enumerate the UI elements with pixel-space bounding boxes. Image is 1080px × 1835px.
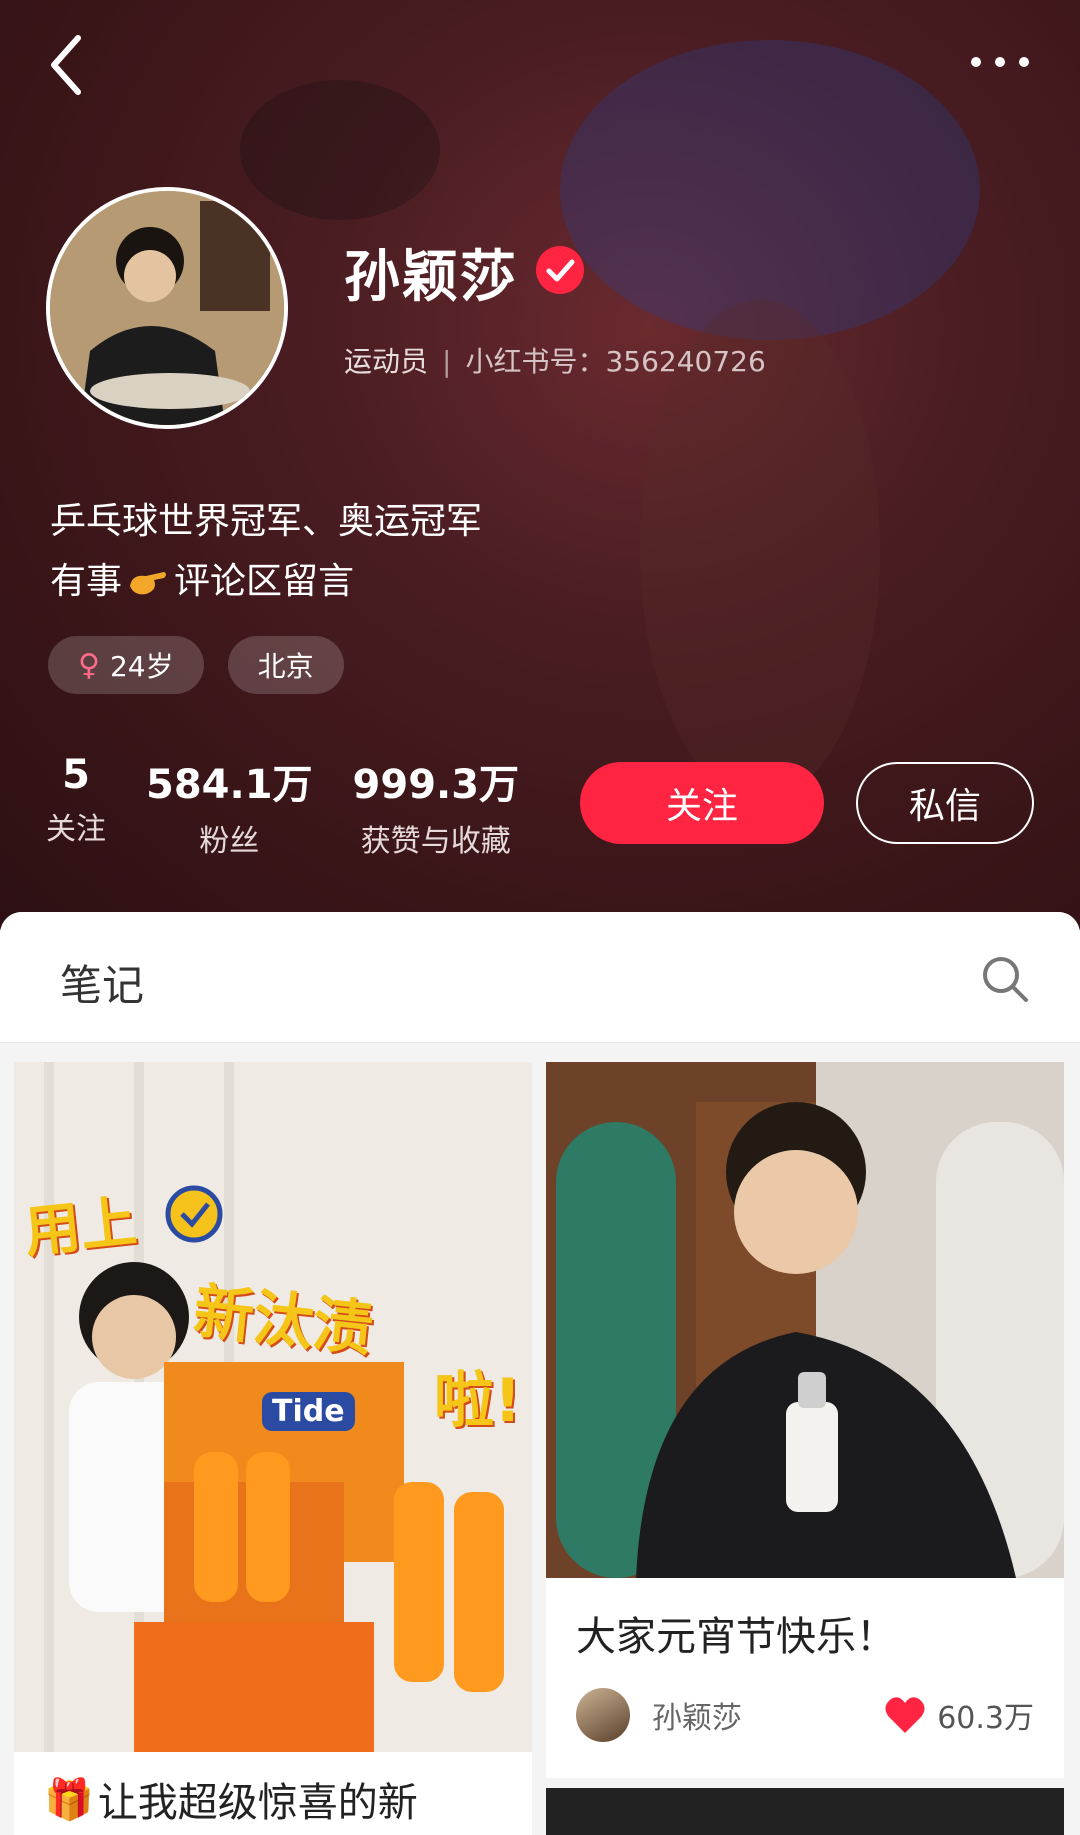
note-card-lantern-title: 大家元宵节快乐！ [576, 1614, 896, 1660]
stat-likes[interactable]: 999.3万 获赞与收藏 [353, 752, 520, 860]
follow-button[interactable]: 关注 [580, 762, 824, 844]
avatar-image [50, 191, 284, 425]
cover-text-use: 用上 [21, 1189, 140, 1266]
profile-header: 孙颖莎 运动员 | 小红书号：356240726 乒乓球世界冠军、奥运冠军 有事 评… [0, 0, 1080, 930]
background-figure-head [240, 80, 440, 220]
lantern-photo [546, 1062, 1064, 1578]
female-icon: ♀ [78, 647, 100, 683]
profile-avatar[interactable] [46, 187, 288, 429]
verified-badge-icon [536, 246, 584, 294]
chevron-left-icon [51, 35, 81, 95]
author-avatar[interactable] [576, 1688, 630, 1742]
top-bar [0, 20, 1080, 100]
search-icon [983, 957, 1028, 1002]
tag-location-label: 北京 [257, 650, 314, 683]
cover-text-new-tide: 新汰渍 [190, 1276, 377, 1366]
bio-line-1: 乒乓球世界冠军、奥运冠军 [50, 501, 483, 542]
note-card-tide-title-text: 让我超级惊喜的新 [97, 1780, 418, 1826]
meta-separator: | [442, 345, 452, 378]
tag-age: ♀ 24岁 [48, 636, 204, 694]
profile-id: 小红书号：356240726 [465, 345, 766, 378]
stat-likes-count: 999.3万 [352, 762, 520, 808]
search-button[interactable] [980, 954, 1030, 1004]
profile-name: 孙颖莎 [344, 245, 518, 310]
note-card-tide-title: 🎁 让我超级惊喜的新 [14, 1752, 532, 1835]
tab-notes[interactable]: 笔记 [60, 952, 144, 1013]
author-name[interactable]: 孙颖莎 [652, 1693, 883, 1737]
stat-followers[interactable]: 584.1万 粉丝 [146, 752, 313, 860]
bio-line-2: 有事 评论区留言 [50, 552, 482, 612]
stat-followers-label: 粉丝 [199, 824, 260, 859]
pointing-hand-icon [130, 572, 167, 595]
like-button[interactable]: 60.3万 [883, 1693, 1034, 1737]
heart-icon [885, 1697, 925, 1733]
message-button[interactable]: 私信 [856, 762, 1034, 844]
back-button[interactable] [44, 30, 104, 100]
stat-followers-count: 584.1万 [146, 762, 313, 808]
note-card-lantern[interactable]: 大家元宵节快乐！ 孙颖莎 60.3万 [546, 1062, 1064, 1778]
bio-line-2-prefix: 有事 [50, 561, 123, 602]
profile-role: 运动员 [344, 345, 429, 378]
note-card-lantern-footer: 孙颖莎 60.3万 [576, 1688, 1034, 1742]
note-card-tide[interactable]: 用上 新汰渍 啦! Tide 🎁 让我超级惊喜的新 [14, 1062, 532, 1835]
profile-meta: 运动员 | 小红书号：356240726 [344, 340, 766, 380]
cover-text-la: 啦! [434, 1366, 522, 1436]
gift-icon: 🎁 [44, 1776, 94, 1823]
bio-line-2-suffix: 评论区留言 [174, 561, 355, 602]
like-count: 60.3万 [937, 1701, 1034, 1736]
more-button[interactable] [960, 30, 1040, 90]
notes-tab-bar: 笔记 [0, 912, 1080, 1043]
profile-stats: 5 关注 584.1万 粉丝 999.3万 获赞与收藏 [46, 752, 519, 860]
tag-age-label: 24岁 [109, 650, 174, 683]
stat-following[interactable]: 5 关注 [46, 752, 106, 860]
profile-tags: ♀ 24岁 北京 [48, 636, 344, 694]
tide-brand-logo: Tide [262, 1392, 355, 1431]
stat-likes-label: 获赞与收藏 [360, 824, 511, 859]
tag-location: 北京 [227, 636, 344, 694]
stat-following-label: 关注 [46, 812, 106, 847]
notes-section: 笔记 用上 新汰渍 啦! Tide 🎁 让我超级惊喜的新 大家元宵节快乐！ 孙颖… [0, 912, 1080, 1835]
note-cover-tide: 用上 新汰渍 啦! Tide [14, 1062, 532, 1752]
stat-following-count: 5 [62, 752, 90, 798]
note-card-partial[interactable] [546, 1788, 1064, 1835]
profile-bio: 乒乓球世界冠军、奥运冠军 有事 评论区留言 [50, 492, 482, 612]
note-cover-lantern [546, 1062, 1064, 1578]
more-dots-icon [971, 57, 1029, 67]
